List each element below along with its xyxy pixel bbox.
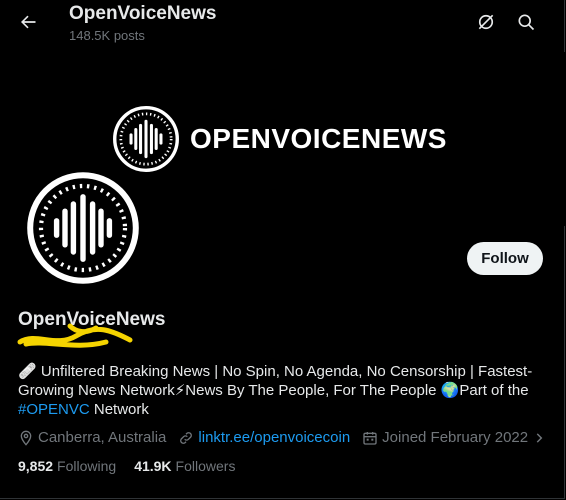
chevron-right-icon [536, 432, 543, 443]
follow-stats: 9,852 Following 41.9K Followers [18, 458, 253, 474]
join-date[interactable]: Joined February 2022 [362, 429, 550, 446]
follow-button[interactable]: Follow [467, 242, 543, 275]
hashtag-link[interactable]: #OPENVC [18, 401, 90, 418]
back-arrow-icon [21, 15, 36, 29]
location-text: Canberra, Australia [38, 429, 167, 446]
page-title: OpenVoiceNews [69, 3, 217, 24]
grok-icon [478, 14, 494, 30]
top-bar: OpenVoiceNews 148.5K posts [0, 0, 566, 52]
bio-line-2a: Growing News Network [18, 382, 175, 399]
website-link[interactable]: linktr.ee/openvoicecoin [198, 429, 350, 446]
bandage-emoji: 🩹 [18, 362, 37, 380]
profile-meta: Canberra, Australia linktr.ee/openvoicec… [18, 429, 562, 446]
post-count: 148.5K posts [69, 28, 145, 43]
profile-bio: 🩹 Unfiltered Breaking News | No Spin, No… [18, 362, 538, 419]
redaction-scribble [17, 323, 133, 348]
followers-label: Followers [175, 458, 236, 474]
location-icon [20, 430, 32, 446]
avatar[interactable] [23, 168, 143, 288]
sound-wave-logo-icon [113, 106, 179, 172]
bolt-emoji: ⚡ [174, 381, 186, 399]
globe-emoji: 🌍 [440, 381, 460, 399]
website[interactable]: linktr.ee/openvoicecoin [178, 429, 350, 446]
bio-line-3: Network [93, 401, 149, 418]
followers-stat[interactable]: 41.9K Followers [134, 458, 235, 474]
banner-brand-text: OPENVOICENEWS [190, 123, 447, 154]
search-icon [518, 14, 535, 31]
bio-line-2b: News By The People, For The People [185, 382, 437, 399]
join-date-text: Joined February 2022 [382, 429, 529, 446]
followers-count: 41.9K [134, 458, 172, 474]
following-stat[interactable]: 9,852 Following [18, 458, 116, 474]
following-label: Following [57, 458, 117, 474]
calendar-icon [363, 431, 377, 445]
grok-button[interactable] [470, 6, 502, 38]
bio-line-1: Unfiltered Breaking News | No Spin, No A… [40, 363, 533, 380]
avatar-logo-icon [26, 171, 140, 285]
back-button[interactable] [12, 6, 44, 38]
link-icon [180, 431, 193, 444]
following-count: 9,852 [18, 458, 54, 474]
location: Canberra, Australia [18, 429, 166, 446]
search-button[interactable] [510, 6, 542, 38]
bio-line-2c: Part of the [459, 382, 529, 399]
